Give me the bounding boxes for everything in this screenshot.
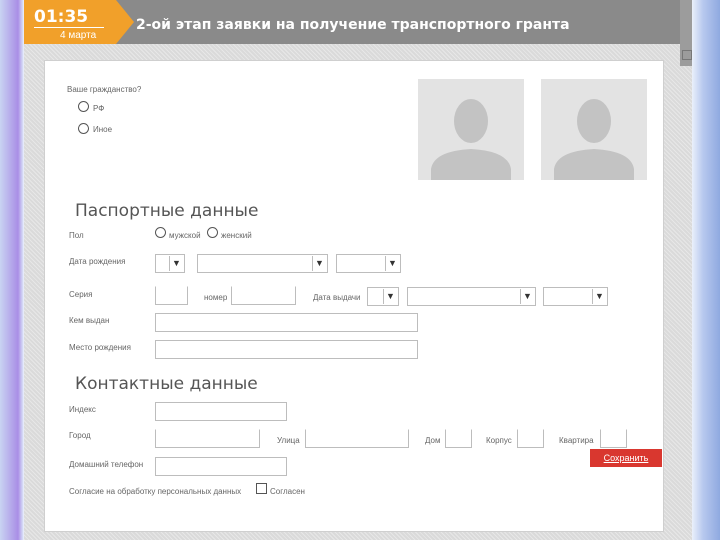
save-button[interactable]: Сохранить [590, 449, 662, 467]
gender-option-male: мужской [169, 231, 201, 240]
issue-month-select[interactable]: ▼ [407, 287, 536, 306]
phone-label: Домашний телефон [69, 460, 144, 469]
person-placeholder-icon [554, 99, 634, 180]
gender-label: Пол [69, 231, 84, 240]
scrollbar[interactable] [680, 0, 692, 66]
birth-year-select[interactable]: ▼ [336, 254, 401, 273]
consent-checkbox-label: Согласен [270, 487, 305, 496]
chevron-down-icon: ▼ [169, 256, 183, 271]
clock-time: 01:35 [34, 7, 89, 27]
radio-gender-male[interactable] [155, 227, 166, 238]
chevron-down-icon: ▼ [383, 289, 397, 304]
apartment-input[interactable] [600, 429, 627, 448]
city-label: Город [69, 431, 91, 440]
issue-year-select[interactable]: ▼ [543, 287, 608, 306]
clock-divider [34, 27, 104, 28]
contacts-section-title: Контактные данные [75, 374, 258, 394]
clock-date: 4 марта [60, 30, 97, 41]
house-label: Дом [425, 436, 441, 445]
app-window: 01:35 4 марта 2-ой этап заявки на получе… [24, 0, 692, 540]
birth-place-label: Место рождения [69, 343, 131, 352]
birth-month-select[interactable]: ▼ [197, 254, 328, 273]
chevron-down-icon: ▼ [592, 289, 606, 304]
photo-placeholder-2[interactable] [541, 79, 647, 180]
gender-option-female: женский [221, 231, 252, 240]
photo-placeholder-1[interactable] [418, 79, 524, 180]
chevron-down-icon: ▼ [385, 256, 399, 271]
radio-citizenship-other[interactable] [78, 123, 89, 134]
consent-label: Согласие на обработку персональных данны… [69, 487, 242, 496]
series-label: Серия [69, 290, 93, 299]
city-input[interactable] [155, 429, 260, 448]
birth-date-label: Дата рождения [69, 257, 126, 266]
house-input[interactable] [445, 429, 472, 448]
citizenship-question: Ваше гражданство? [67, 85, 142, 94]
clock-badge: 01:35 4 марта [24, 0, 134, 44]
citizenship-option-other: Иное [93, 125, 113, 134]
slide-edge-decoration [692, 0, 720, 540]
apartment-label: Квартира [559, 436, 594, 445]
street-input[interactable] [305, 429, 409, 448]
birth-day-select[interactable]: ▼ [155, 254, 185, 273]
person-placeholder-icon [431, 99, 511, 180]
page-title: 2-ой этап заявки на получение транспортн… [136, 17, 570, 33]
passport-section-title: Паспортные данные [75, 201, 259, 221]
citizenship-option-rf: РФ [93, 104, 105, 113]
passport-series-input[interactable] [155, 286, 188, 305]
issued-by-label: Кем выдан [69, 316, 110, 325]
passport-number-input[interactable] [231, 286, 296, 305]
issue-day-select[interactable]: ▼ [367, 287, 399, 306]
building-input[interactable] [517, 429, 544, 448]
form-panel: Ваше гражданство? РФ Иное Паспортные дан… [44, 60, 664, 532]
index-input[interactable] [155, 402, 287, 421]
index-label: Индекс [69, 405, 96, 414]
radio-gender-female[interactable] [207, 227, 218, 238]
issue-date-label: Дата выдачи [313, 293, 361, 302]
header-bar: 01:35 4 марта 2-ой этап заявки на получе… [24, 0, 692, 44]
chevron-down-icon: ▼ [520, 289, 534, 304]
number-label: номер [204, 293, 228, 302]
birth-place-input[interactable] [155, 340, 418, 359]
issued-by-input[interactable] [155, 313, 418, 332]
street-label: Улица [277, 436, 300, 445]
radio-citizenship-rf[interactable] [78, 101, 89, 112]
home-phone-input[interactable] [155, 457, 287, 476]
consent-checkbox[interactable] [256, 483, 267, 494]
chevron-down-icon: ▼ [312, 256, 326, 271]
building-label: Корпус [486, 436, 512, 445]
